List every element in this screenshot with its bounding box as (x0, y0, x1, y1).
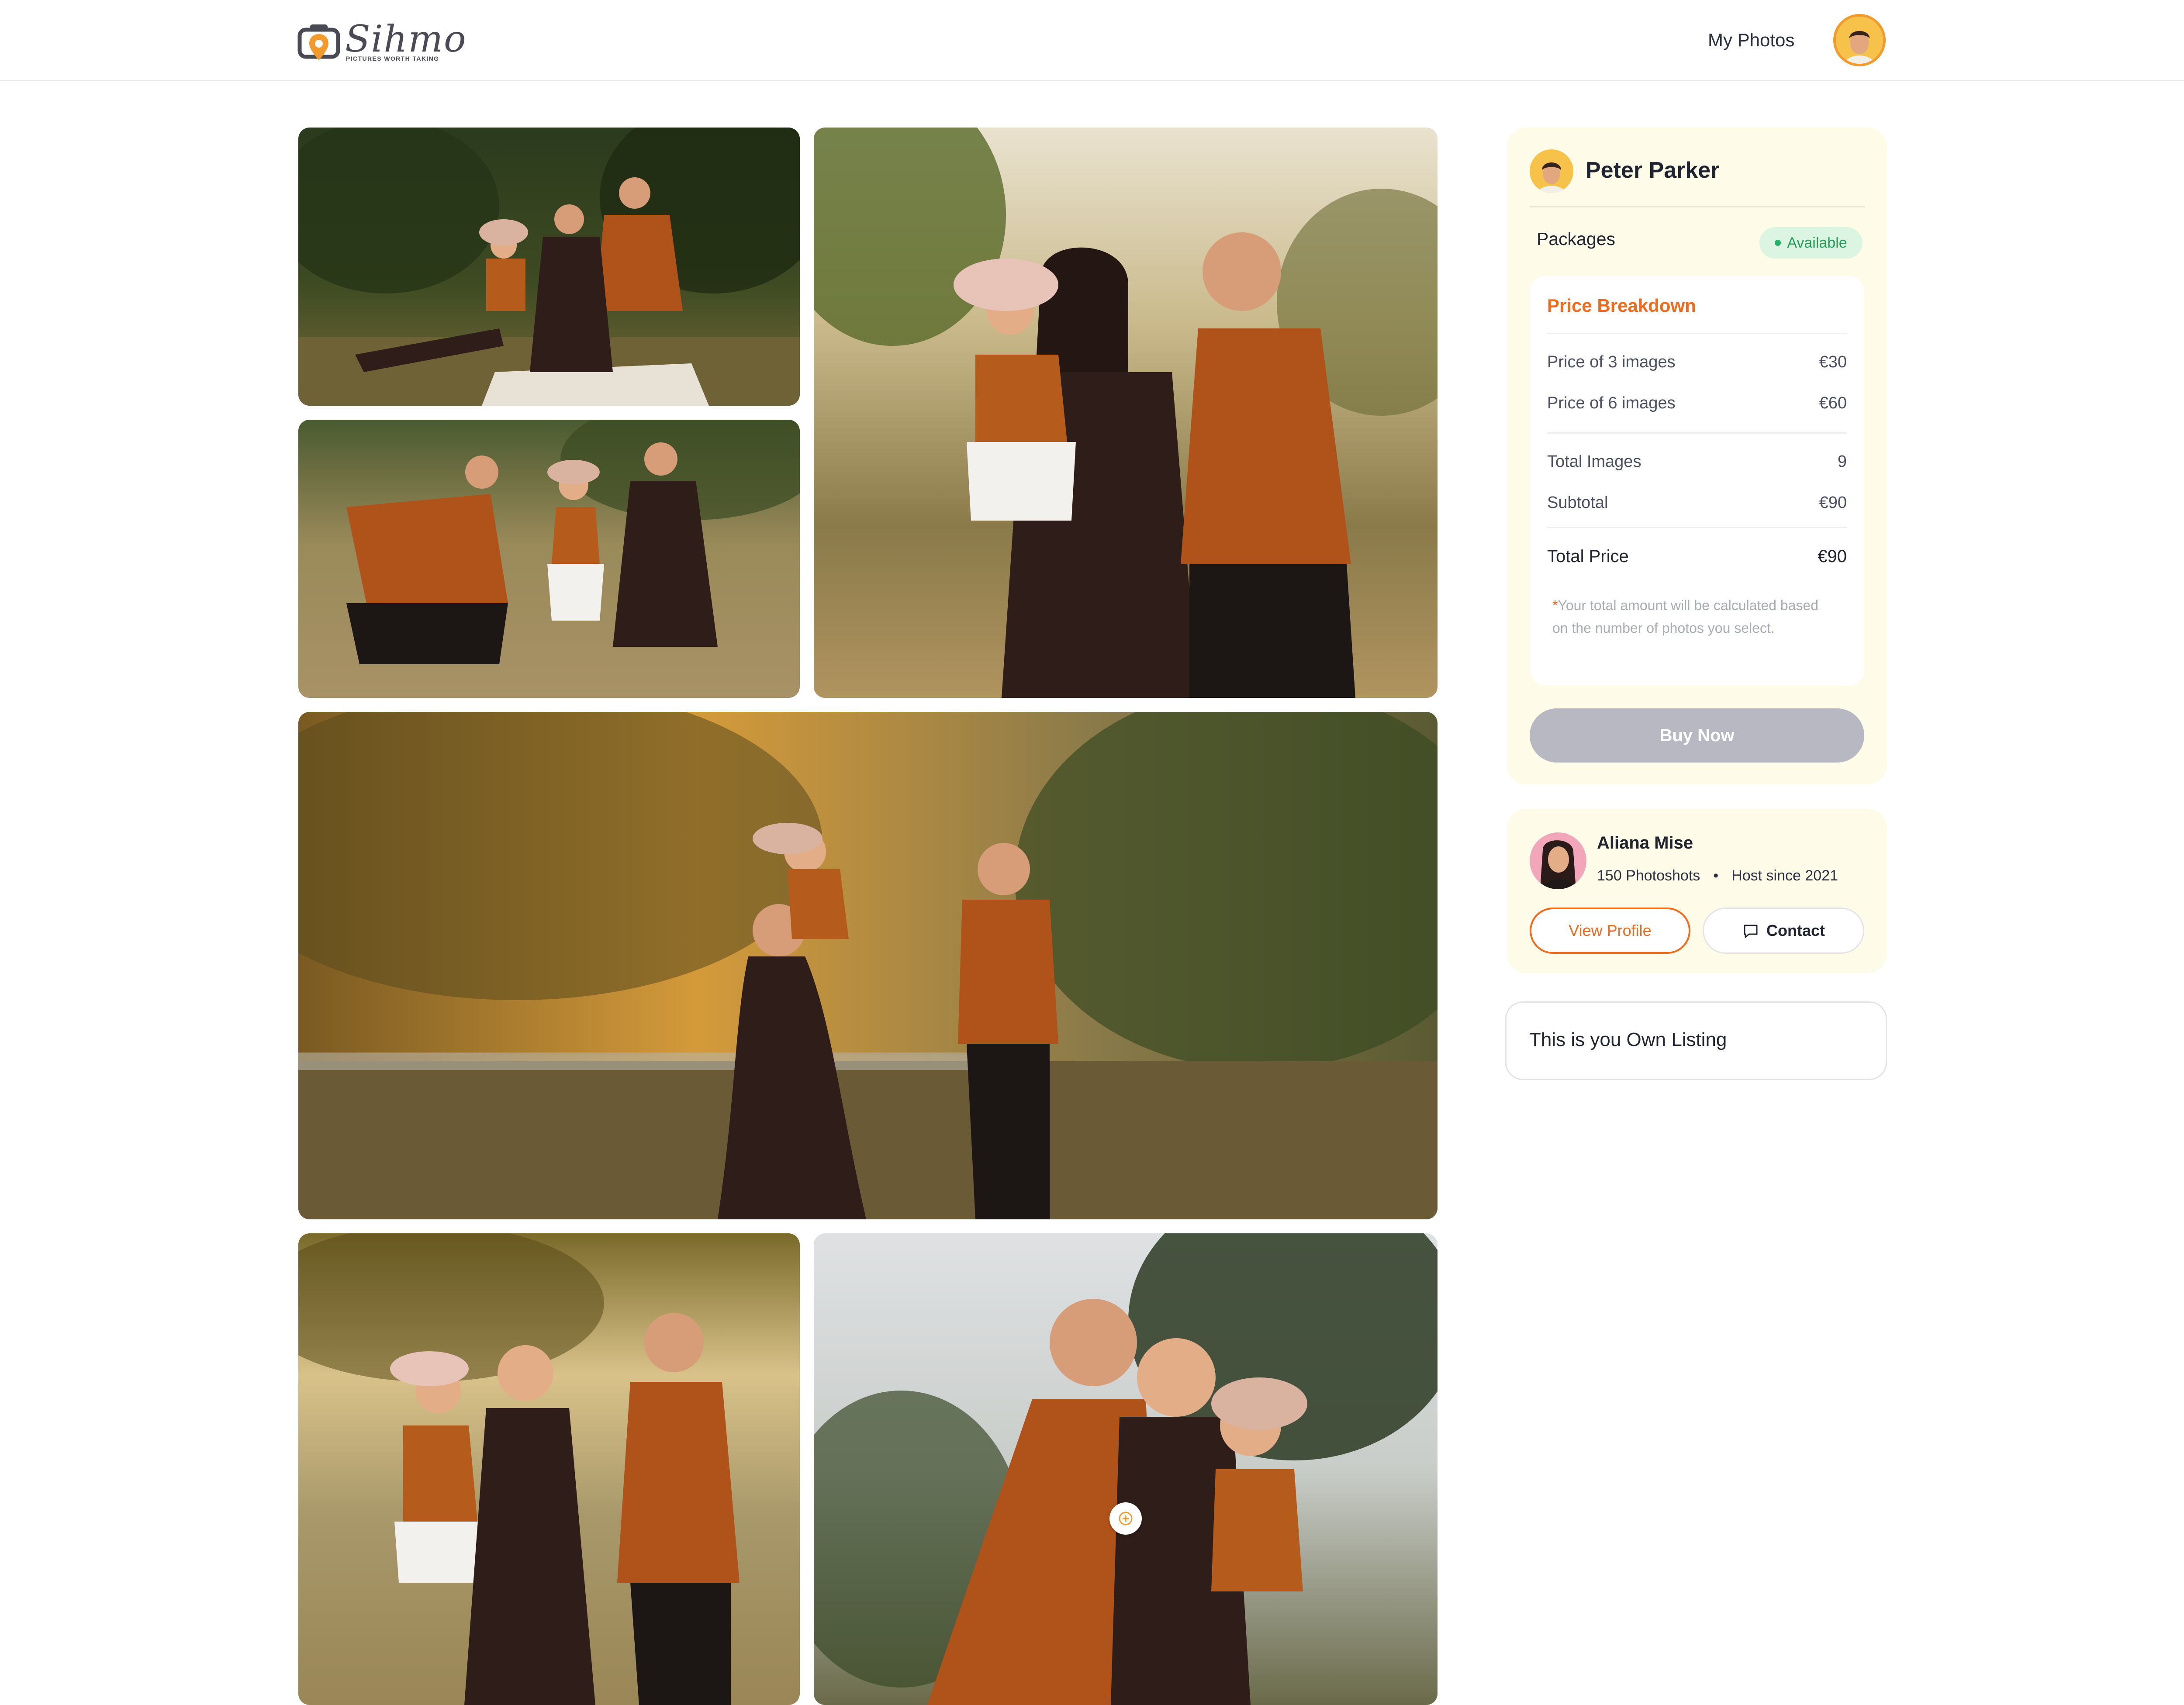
divider (1547, 333, 1847, 334)
price-row: Total Images 9 (1547, 452, 1847, 471)
price-row-label: Price of 3 images (1547, 353, 1676, 371)
my-photos-link[interactable]: My Photos (1708, 30, 1794, 51)
price-row-label: Total Price (1547, 547, 1629, 566)
status-dot-icon (1775, 240, 1781, 246)
divider (1530, 206, 1865, 207)
status-badge: Available (1759, 227, 1863, 259)
price-row: Price of 3 images €30 (1547, 353, 1847, 372)
divider (1547, 527, 1847, 528)
own-listing-notice: This is you Own Listing (1505, 1001, 1887, 1080)
price-row: Price of 6 images €60 (1547, 394, 1847, 413)
price-row-label: Total Images (1547, 452, 1641, 471)
price-row-value: €90 (1818, 547, 1847, 566)
host-avatar[interactable] (1530, 832, 1586, 889)
price-row-label: Subtotal (1547, 494, 1608, 512)
note-text: Your total amount will be calculated bas… (1552, 597, 1818, 636)
brand-wordmark: Sihmo (345, 17, 467, 60)
gallery-photo-1[interactable] (298, 128, 800, 406)
camera-pin-icon (297, 24, 340, 60)
host-card: Aliana Mise 150 Photoshots • Host since … (1507, 809, 1887, 973)
zoom-plus-icon (1119, 1512, 1133, 1526)
price-row-value: €30 (1819, 353, 1847, 371)
price-row-value: 9 (1837, 452, 1847, 471)
meta-separator: • (1713, 867, 1719, 884)
buy-now-button[interactable]: Buy Now (1530, 708, 1864, 763)
contact-button[interactable]: Contact (1703, 908, 1864, 954)
pricing-card: Peter Parker Packages Available Price Br… (1507, 128, 1887, 784)
top-bar: Sihmo PICTURES WORTH TAKING My Photos (0, 0, 2184, 81)
zoom-in-button[interactable] (1109, 1502, 1142, 1535)
chat-bubble-icon (1744, 925, 1758, 938)
view-profile-button[interactable]: View Profile (1530, 908, 1690, 954)
owner-avatar (1530, 149, 1573, 193)
user-avatar[interactable] (1833, 14, 1886, 66)
host-stats: 150 Photoshots • Host since 2021 (1597, 867, 1838, 884)
price-breakdown-panel: Price Breakdown Price of 3 images €30 Pr… (1530, 276, 1864, 686)
divider (1547, 432, 1847, 434)
owner-name: Peter Parker (1586, 158, 1720, 183)
price-row-value: €90 (1819, 494, 1847, 512)
contact-button-label: Contact (1766, 922, 1825, 939)
price-row: Subtotal €90 (1547, 494, 1847, 512)
gallery-photo-6[interactable] (814, 1233, 1438, 1705)
host-since: Host since 2021 (1731, 867, 1838, 884)
price-row-label: Price of 6 images (1547, 394, 1676, 412)
packages-label: Packages (1537, 229, 1616, 249)
brand-logo[interactable]: Sihmo PICTURES WORTH TAKING (297, 17, 466, 66)
price-breakdown-title: Price Breakdown (1547, 295, 1696, 316)
pricing-note: *Your total amount will be calculated ba… (1552, 594, 1832, 639)
host-name: Aliana Mise (1597, 833, 1693, 852)
status-badge-text: Available (1787, 234, 1847, 251)
note-asterisk: * (1552, 597, 1558, 613)
photoshoot-count: 150 Photoshots (1597, 867, 1700, 884)
total-price-row: Total Price €90 (1547, 547, 1847, 566)
gallery-photo-5[interactable] (298, 1233, 800, 1705)
own-listing-text: This is you Own Listing (1529, 1029, 1727, 1050)
gallery-photo-3[interactable] (814, 128, 1438, 698)
gallery-photo-2[interactable] (298, 420, 800, 698)
gallery-photo-4[interactable] (298, 712, 1438, 1219)
price-row-value: €60 (1819, 394, 1847, 412)
brand-tagline: PICTURES WORTH TAKING (346, 55, 439, 62)
